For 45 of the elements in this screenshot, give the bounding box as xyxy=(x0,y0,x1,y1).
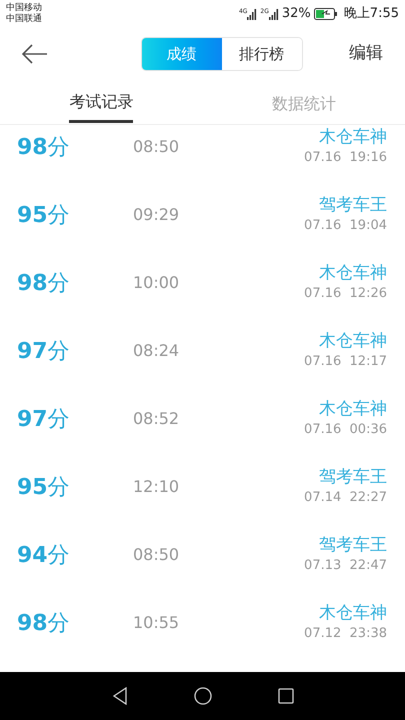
duration: 08:52 xyxy=(133,408,180,430)
tab[interactable]: 考试记录 xyxy=(69,90,134,122)
title-label: 木仓车神 xyxy=(319,126,387,148)
score: 98分 xyxy=(17,610,71,638)
date-time: 07.13 22:47 xyxy=(304,557,387,576)
score: 97分 xyxy=(17,338,71,366)
date-time: 07.14 22:27 xyxy=(304,489,387,508)
title-label: 木仓车神 xyxy=(319,398,387,420)
duration: 08:50 xyxy=(133,544,180,566)
score: 94分 xyxy=(17,542,71,570)
carrier-name: 中国移动 xyxy=(6,3,42,14)
carrier-name: 中国联通 xyxy=(6,14,42,25)
date-time: 07.16 00:36 xyxy=(304,421,387,440)
score: 98分 xyxy=(17,134,71,162)
score: 98分 xyxy=(17,270,71,298)
date-time: 07.16 19:04 xyxy=(304,217,387,236)
title-label: 木仓车神 xyxy=(319,330,387,352)
signal-icon xyxy=(268,8,279,20)
duration: 10:00 xyxy=(133,272,180,294)
back-arrow-icon[interactable] xyxy=(22,44,48,64)
back-icon[interactable] xyxy=(112,687,128,705)
edit-button[interactable]: 编辑 xyxy=(349,41,383,67)
duration: 12:10 xyxy=(133,476,180,498)
signal-icon xyxy=(247,8,258,20)
clock: 晚上7:55 xyxy=(344,5,399,24)
date-time: 07.12 23:38 xyxy=(304,625,387,644)
battery-percent: 32% xyxy=(282,5,311,24)
duration: 08:50 xyxy=(133,136,180,158)
battery-icon xyxy=(314,8,338,20)
score: 95分 xyxy=(17,202,71,230)
duration: 08:24 xyxy=(133,340,180,362)
score: 97分 xyxy=(17,406,71,434)
date-time: 07.16 19:16 xyxy=(304,149,387,168)
title-label: 木仓车神 xyxy=(319,262,387,284)
title-label: 驾考车王 xyxy=(319,466,387,488)
title-label: 木仓车神 xyxy=(319,602,387,624)
home-icon[interactable] xyxy=(194,687,212,705)
score: 95分 xyxy=(17,474,71,502)
date-time: 07.16 12:26 xyxy=(304,285,387,304)
title-label: 驾考车王 xyxy=(319,194,387,216)
duration: 09:29 xyxy=(133,204,180,226)
title-label: 驾考车王 xyxy=(319,534,387,556)
date-time: 07.16 12:17 xyxy=(304,353,387,372)
recent-apps-icon[interactable] xyxy=(278,688,294,704)
duration: 10:55 xyxy=(133,612,180,634)
